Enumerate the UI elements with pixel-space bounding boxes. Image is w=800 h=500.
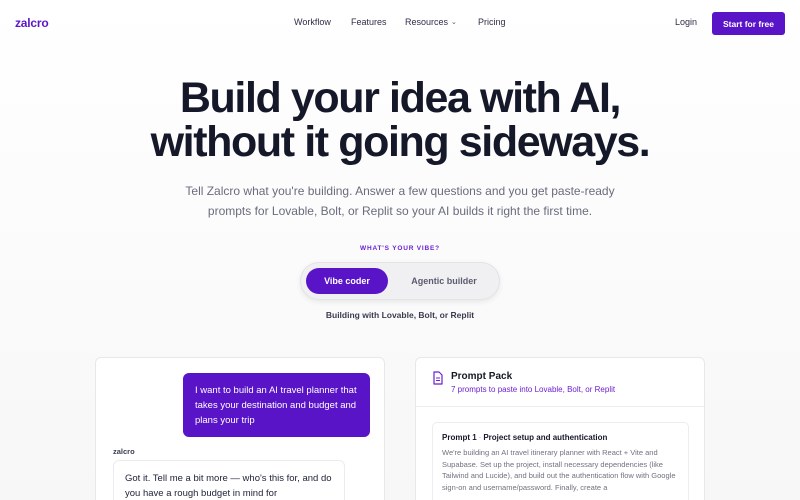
hero-subtitle-line2: prompts for Lovable, Bolt, or Replit so … <box>207 204 593 218</box>
user-message: I want to build an AI travel planner tha… <box>183 373 370 437</box>
prompt-separator: · <box>478 433 482 442</box>
hero-headline-line2: without it going sideways. <box>150 118 651 166</box>
prompt-item[interactable]: Prompt 1 · Project setup and authenticatio… <box>432 422 689 500</box>
prompt-title: Project setup and authentication <box>483 433 608 442</box>
nav-link-resources[interactable]: Resources ⌄ <box>405 17 457 27</box>
vibe-caption: Building with Lovable, Bolt, or Replit <box>325 310 475 320</box>
prompt-body: We're building an AI travel itinerary pl… <box>442 448 676 493</box>
vibe-option-agentic-builder[interactable]: Agentic builder <box>396 268 492 294</box>
vibe-label: WHAT'S YOUR VIBE? <box>360 245 440 252</box>
login-link[interactable]: Login <box>675 17 697 27</box>
divider <box>416 406 704 407</box>
logo[interactable]: zalcro <box>15 16 49 30</box>
nav-link-resources-label: Resources <box>405 17 449 27</box>
document-icon <box>433 371 443 385</box>
nav-link-features[interactable]: Features <box>351 17 387 27</box>
top-nav: zalcro Workflow Features Resources ⌄ Pric… <box>0 0 800 46</box>
bot-message: Got it. Tell me a bit more — who's this … <box>113 460 345 500</box>
vibe-option-vibe-coder[interactable]: Vibe coder <box>306 268 388 294</box>
nav-link-workflow[interactable]: Workflow <box>294 17 331 27</box>
bot-name: zalcro <box>113 447 135 456</box>
start-for-free-button[interactable]: Start for free <box>712 12 785 35</box>
vibe-toggle: Vibe coder Agentic builder <box>300 262 500 300</box>
nav-link-pricing[interactable]: Pricing <box>478 17 506 27</box>
hero-headline: Build your idea with AI, without it goin… <box>0 76 800 164</box>
hero-subtitle-line1: Tell Zalcro what you're building. Answer… <box>185 184 615 198</box>
hero-subtitle: Tell Zalcro what you're building. Answer… <box>160 181 640 221</box>
prompt-heading: Prompt 1 · Project setup and authenticatio… <box>442 433 679 442</box>
chevron-down-icon: ⌄ <box>451 19 457 26</box>
hero-headline-line1: Build your idea with AI, <box>179 74 622 122</box>
prompt-pack-card: Prompt Pack 7 prompts to paste into Lova… <box>415 357 705 500</box>
chat-card: I want to build an AI travel planner tha… <box>95 357 385 500</box>
prompt-pack-subtitle: 7 prompts to paste into Lovable, Bolt, o… <box>451 385 616 394</box>
prompt-pack-title: Prompt Pack <box>451 371 513 382</box>
prompt-number: Prompt 1 <box>442 433 477 442</box>
